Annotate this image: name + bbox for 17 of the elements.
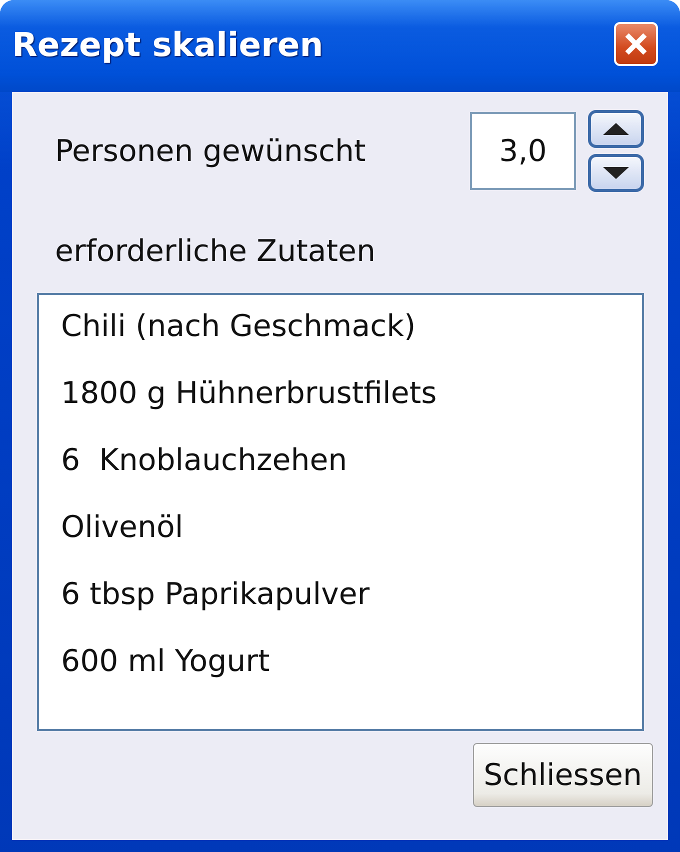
- close-button[interactable]: [614, 22, 658, 66]
- ingredient-item[interactable]: Olivenöl: [61, 514, 184, 581]
- close-dialog-button[interactable]: Schliessen: [472, 743, 653, 807]
- ingredients-label: erforderliche Zutaten: [55, 234, 376, 269]
- close-icon: [623, 31, 649, 57]
- persons-field[interactable]: 3,0: [470, 112, 576, 190]
- persons-label: Personen gewünscht: [55, 134, 367, 168]
- up-triangle-icon: [603, 123, 629, 135]
- ingredient-item[interactable]: Chili (nach Geschmack): [61, 313, 416, 380]
- ingredient-item[interactable]: 600 ml Yogurt: [61, 648, 270, 715]
- ingredient-item[interactable]: 6 tbsp Paprikapulver: [61, 581, 370, 648]
- ingredient-item[interactable]: 1800 g Hühnerbrustfilets: [61, 380, 437, 447]
- spin-up-button[interactable]: [588, 110, 644, 148]
- ingredient-item[interactable]: 6 Knoblauchzehen: [61, 447, 348, 514]
- window-title: Rezept skalieren: [12, 24, 324, 64]
- spin-down-button[interactable]: [588, 154, 644, 192]
- down-triangle-icon: [603, 167, 629, 179]
